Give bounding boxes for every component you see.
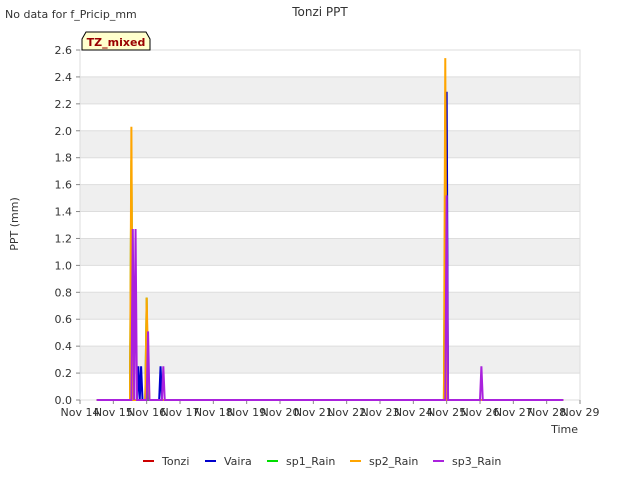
grid-band bbox=[80, 346, 580, 374]
tz-mixed-badge: TZ_mixed bbox=[81, 31, 151, 51]
y-tick-label: 0.4 bbox=[55, 340, 73, 353]
legend-item-vaira: Vaira bbox=[205, 455, 252, 468]
y-tick-label: 2.0 bbox=[55, 125, 73, 138]
grid-band bbox=[80, 76, 580, 104]
y-tick-label: 1.0 bbox=[55, 259, 73, 272]
y-tick-label: 0.6 bbox=[55, 313, 73, 326]
y-tick-label: 1.8 bbox=[55, 152, 73, 165]
x-axis-label: Time bbox=[550, 423, 578, 436]
y-tick-label: 2.6 bbox=[55, 44, 73, 57]
y-tick-label: 1.2 bbox=[55, 232, 73, 245]
legend: Tonzi Vaira sp1_Rain sp2_Rain sp3_Rain bbox=[143, 455, 501, 468]
grid-band bbox=[80, 184, 580, 212]
y-axis-label: PPT (mm) bbox=[8, 197, 21, 251]
legend-item-sp2_rain: sp2_Rain bbox=[350, 455, 418, 468]
legend-item-sp3_rain: sp3_Rain bbox=[433, 455, 501, 468]
legend-label: Tonzi bbox=[161, 455, 189, 468]
legend-item-tonzi: Tonzi bbox=[143, 455, 189, 468]
x-axis: Nov 14Nov 15Nov 16Nov 17Nov 18Nov 19Nov … bbox=[61, 400, 600, 419]
chart-title: Tonzi PPT bbox=[291, 5, 348, 19]
y-tick-label: 2.4 bbox=[55, 71, 73, 84]
grid-band bbox=[80, 130, 580, 158]
badge-label: TZ_mixed bbox=[87, 36, 146, 49]
grid-band bbox=[80, 238, 580, 266]
legend-label: sp1_Rain bbox=[286, 455, 335, 468]
nodata-note: No data for f_Pricip_mm bbox=[5, 8, 137, 21]
y-tick-label: 1.6 bbox=[55, 179, 73, 192]
y-tick-label: 2.2 bbox=[55, 98, 73, 111]
y-axis: 0.00.20.40.60.81.01.21.41.61.82.02.22.42… bbox=[55, 44, 80, 407]
y-tick-label: 0.8 bbox=[55, 286, 73, 299]
grid-band bbox=[80, 292, 580, 320]
legend-label: sp3_Rain bbox=[452, 455, 501, 468]
legend-label: sp2_Rain bbox=[369, 455, 418, 468]
y-tick-label: 0.2 bbox=[55, 367, 73, 380]
chart: No data for f_Pricip_mm Tonzi PPT PPT (m… bbox=[5, 5, 600, 468]
y-tick-label: 1.4 bbox=[55, 206, 73, 219]
x-tick-label: Nov 29 bbox=[561, 406, 600, 419]
legend-label: Vaira bbox=[224, 455, 252, 468]
legend-item-sp1_rain: sp1_Rain bbox=[267, 455, 335, 468]
